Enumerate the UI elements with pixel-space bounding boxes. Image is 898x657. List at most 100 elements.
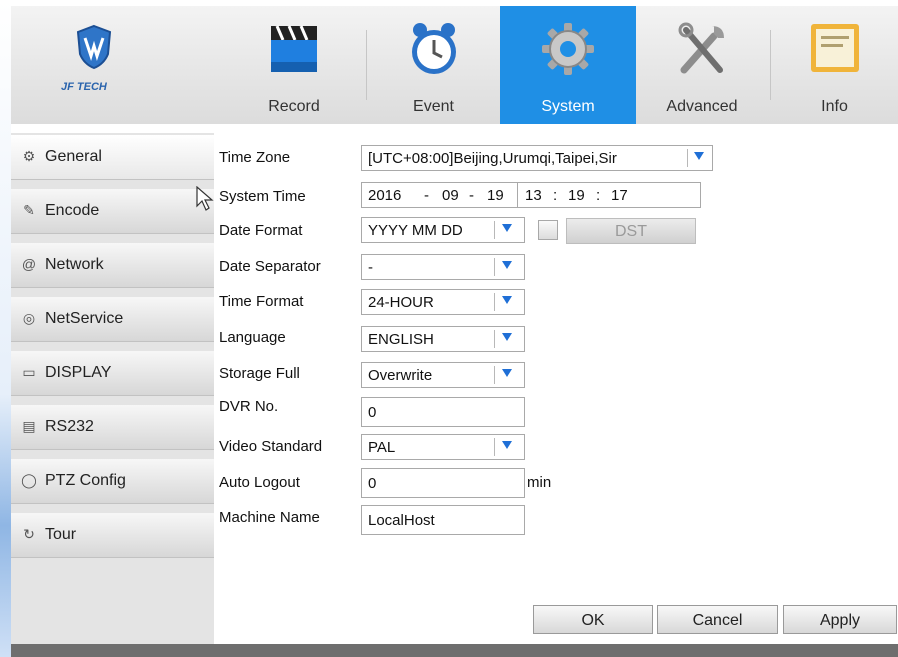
globe-icon: ◎ [22,310,36,326]
chevron-down-icon [502,369,512,377]
dropdown-divider [687,149,688,167]
video-standard-select[interactable]: PAL [361,434,525,460]
date-separator-select[interactable]: - [361,254,525,280]
year-field[interactable]: 2016 [368,187,401,204]
video-standard-value: PAL [368,439,396,456]
dropdown-divider [494,293,495,311]
date-format-value: YYYY MM DD [368,222,463,239]
cancel-button[interactable]: Cancel [657,605,778,634]
ok-button[interactable]: OK [533,605,653,634]
dst-button[interactable]: DST [566,218,696,244]
date-format-select[interactable]: YYYY MM DD [361,217,525,243]
time-zone-value: [UTC+08:00]Beijing,Urumqi,Taipei,Sir [368,150,617,167]
machine-name-value: LocalHost [368,512,435,529]
machine-name-input[interactable]: LocalHost [361,505,525,535]
ptz-camera-icon: ◯ [21,472,37,488]
dropdown-divider [494,366,495,384]
dropdown-divider [494,438,495,456]
sidebar-item-display[interactable]: ▭ DISPLAY [11,351,214,396]
alarm-clock-icon [411,23,456,74]
sidebar-item-label: General [45,148,102,165]
video-standard-label: Video Standard [219,438,323,455]
month-field[interactable]: 09 [442,187,459,204]
general-settings-form: Time Zone [UTC+08:00]Beijing,Urumqi,Taip… [214,133,898,657]
tab-advanced-label: Advanced [666,98,738,115]
storage-full-value: Overwrite [368,367,433,384]
mouse-cursor-icon [196,186,214,211]
sidebar: ⚙ General ✎ Encode @ Network ◎ NetServic… [11,133,214,657]
chevron-down-icon [694,152,704,160]
language-select[interactable]: ENGLISH [361,326,525,352]
date-separator-value: - [368,259,373,276]
system-time-field[interactable]: 13 : 19 : 17 [517,182,701,208]
tools-icon [678,22,724,74]
tab-record[interactable]: Record [224,6,364,124]
sidebar-item-tour[interactable]: ↻ Tour [11,513,214,558]
tab-info-label: Info [821,98,848,115]
chevron-down-icon [502,261,512,269]
second-field[interactable]: 17 [611,187,628,204]
time-format-value: 24-HOUR [368,294,434,311]
settings-icon: ⚙ [22,148,36,164]
edit-icon: ✎ [23,202,35,218]
sidebar-item-label: NetService [45,310,124,327]
day-field[interactable]: 19 [487,187,504,204]
sidebar-item-rs232[interactable]: ▤ RS232 [11,405,214,450]
storage-full-select[interactable]: Overwrite [361,362,525,388]
auto-logout-label: Auto Logout [219,474,300,491]
time-zone-label: Time Zone [219,149,291,166]
at-icon: @ [21,256,37,272]
sidebar-item-label: Encode [45,202,100,219]
time-separator-text: : [553,187,558,204]
bottom-bar [11,644,898,657]
brand-logo: JF TECH [11,6,224,124]
sidebar-item-label: Tour [45,526,77,543]
sidebar-item-label: RS232 [45,418,94,435]
sidebar-item-network[interactable]: @ Network [11,243,214,288]
refresh-icon: ↻ [23,526,35,542]
background-strip [0,0,11,657]
auto-logout-input[interactable]: 0 [361,468,525,498]
chevron-down-icon [502,224,512,232]
dropdown-divider [494,221,495,239]
time-format-label: Time Format [219,293,304,310]
sidebar-item-netservice[interactable]: ◎ NetService [11,297,214,342]
date-separator-text: - [469,187,474,204]
sidebar-item-label: DISPLAY [45,364,112,381]
system-time-label: System Time [219,188,306,205]
auto-logout-value: 0 [368,475,377,492]
dvr-no-input[interactable]: 0 [361,397,525,427]
date-separator-text: - [424,187,429,204]
sidebar-item-label: PTZ Config [45,472,126,489]
time-format-select[interactable]: 24-HOUR [361,289,525,315]
tab-event-label: Event [413,98,454,115]
dst-checkbox[interactable] [538,220,558,240]
apply-button[interactable]: Apply [783,605,897,634]
dvr-no-label: DVR No. [219,398,279,415]
monitor-icon: ▭ [22,364,36,380]
chevron-down-icon [502,296,512,304]
date-separator-label: Date Separator [219,258,321,275]
hour-field[interactable]: 13 [525,187,542,204]
dropdown-divider [494,258,495,276]
date-format-label: Date Format [219,222,303,239]
info-document-icon [810,24,859,72]
system-date-field[interactable]: 2016 - 09 - 19 [361,182,518,208]
sidebar-item-label: Network [45,256,104,273]
time-separator-text: : [596,187,601,204]
serial-port-icon: ▤ [22,418,36,434]
sidebar-item-general[interactable]: ⚙ General [11,135,214,180]
time-zone-select[interactable]: [UTC+08:00]Beijing,Urumqi,Taipei,Sir [361,145,713,171]
tab-event[interactable]: Event [367,6,500,124]
dvr-settings-window: JF TECH Record Event System Advanced Inf… [0,0,898,657]
tab-system[interactable]: System [500,6,636,124]
tab-record-label: Record [268,98,320,115]
sidebar-item-ptz-config[interactable]: ◯ PTZ Config [11,459,214,504]
auto-logout-unit: min [527,474,552,491]
sidebar-item-encode[interactable]: ✎ Encode [11,189,214,234]
logo-text: JF TECH [61,81,107,93]
tab-advanced[interactable]: Advanced [636,6,768,124]
tab-info[interactable]: Info [771,6,898,124]
language-label: Language [219,329,286,346]
minute-field[interactable]: 19 [568,187,585,204]
